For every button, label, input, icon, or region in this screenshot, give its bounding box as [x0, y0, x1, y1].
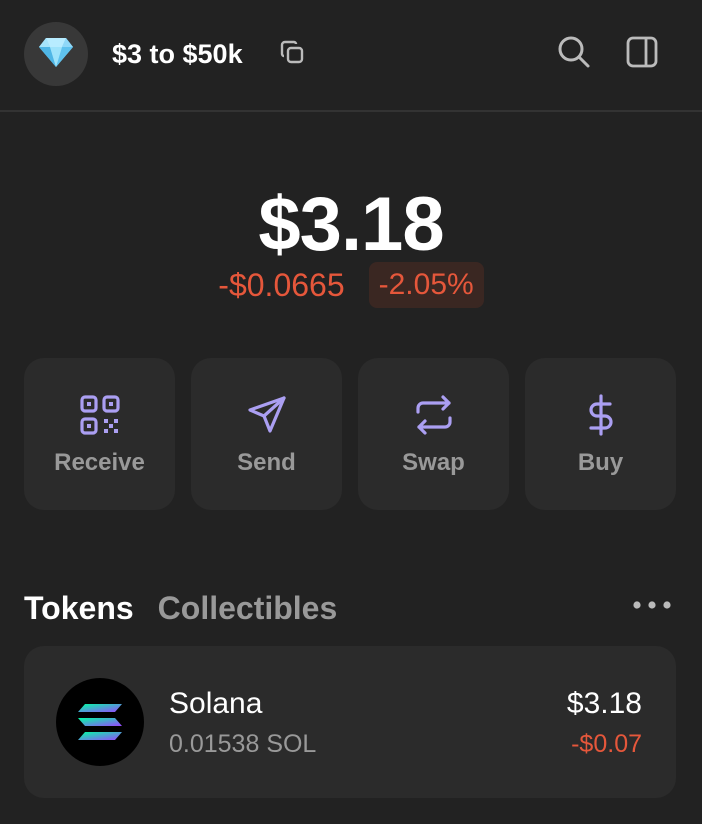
more-horizontal-icon: [632, 597, 672, 615]
action-buttons: Receive Send Swap Buy: [24, 358, 678, 510]
token-change: -$0.07: [571, 730, 642, 758]
token-name: Solana: [169, 687, 263, 720]
receive-label: Receive: [54, 449, 145, 476]
balance-change-row: -$0.0665 -2.05%: [0, 262, 702, 308]
sidebar-icon: [625, 35, 659, 74]
dollar-icon: [580, 394, 622, 436]
tab-collectibles[interactable]: Collectibles: [158, 586, 338, 630]
header: $3 to $50k: [0, 0, 702, 112]
receive-button[interactable]: Receive: [24, 358, 175, 510]
copy-icon: [278, 38, 306, 71]
copy-address-button[interactable]: [276, 38, 308, 70]
search-button[interactable]: [554, 34, 594, 74]
balance-change-percent-badge: -2.05%: [368, 262, 484, 308]
sidepanel-button[interactable]: [622, 34, 662, 74]
swap-label: Swap: [402, 449, 465, 476]
total-balance: $3.18: [258, 182, 444, 267]
diamond-icon: [38, 36, 74, 73]
buy-label: Buy: [577, 449, 624, 476]
send-label: Send: [237, 449, 296, 476]
buy-button[interactable]: Buy: [525, 358, 676, 510]
solana-logo-icon: [56, 678, 144, 766]
tab-tokens[interactable]: Tokens: [24, 586, 134, 630]
send-button[interactable]: Send: [191, 358, 342, 510]
send-icon: [246, 394, 288, 436]
asset-tabs: Tokens Collectibles: [24, 586, 337, 630]
more-options-button[interactable]: [630, 592, 674, 620]
wallet-app: $3 to $50k $3.18 -$0.0665 -2.05% Receive…: [0, 0, 702, 824]
account-avatar[interactable]: [24, 22, 88, 86]
balance-change-amount: -$0.0665: [218, 267, 345, 303]
swap-icon: [413, 394, 455, 436]
qr-code-icon: [79, 394, 121, 436]
token-value: $3.18: [566, 687, 642, 720]
token-row-solana[interactable]: Solana 0.01538 SOL $3.18 -$0.07: [24, 646, 676, 798]
swap-button[interactable]: Swap: [358, 358, 509, 510]
search-icon: [556, 34, 592, 75]
account-name[interactable]: $3 to $50k: [112, 36, 243, 72]
token-amount: 0.01538 SOL: [169, 730, 317, 758]
